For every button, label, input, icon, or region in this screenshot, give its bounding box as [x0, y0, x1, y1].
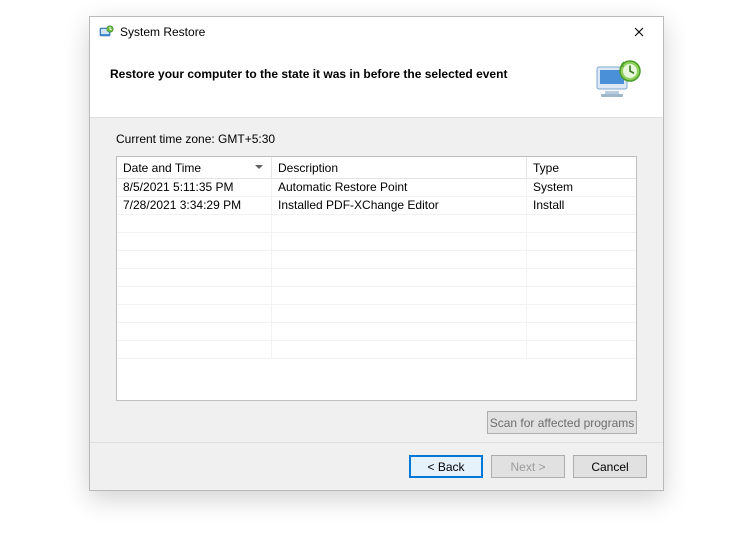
- cell-description: [272, 341, 527, 358]
- footer: < Back Next > Cancel: [90, 442, 663, 490]
- cell-description: [272, 323, 527, 340]
- system-restore-icon: [98, 24, 114, 40]
- table-row: [117, 215, 636, 233]
- cell-description: [272, 215, 527, 232]
- cell-type: [527, 287, 636, 304]
- cell-type: [527, 341, 636, 358]
- table-row: [117, 323, 636, 341]
- close-icon: [634, 27, 644, 37]
- table-row: [117, 287, 636, 305]
- column-description[interactable]: Description: [272, 157, 527, 178]
- cell-description: [272, 305, 527, 322]
- cell-description: [272, 251, 527, 268]
- system-restore-dialog: System Restore Restore your computer to …: [89, 16, 664, 491]
- table-row[interactable]: 7/28/2021 3:34:29 PMInstalled PDF-XChang…: [117, 197, 636, 215]
- cell-date: 7/28/2021 3:34:29 PM: [117, 197, 272, 214]
- header-heading: Restore your computer to the state it wa…: [110, 57, 591, 81]
- cell-date: [117, 323, 272, 340]
- cell-type: Install: [527, 197, 636, 214]
- cell-date: [117, 305, 272, 322]
- cell-type: [527, 323, 636, 340]
- cell-description: Installed PDF-XChange Editor: [272, 197, 527, 214]
- cancel-button[interactable]: Cancel: [573, 455, 647, 478]
- cell-type: [527, 305, 636, 322]
- window-title: System Restore: [120, 25, 619, 39]
- cell-description: Automatic Restore Point: [272, 179, 527, 196]
- close-button[interactable]: [619, 18, 659, 46]
- cell-type: [527, 269, 636, 286]
- restore-big-icon: [591, 57, 643, 103]
- cell-date: [117, 287, 272, 304]
- cell-type: [527, 215, 636, 232]
- table-row: [117, 341, 636, 359]
- cell-description: [272, 269, 527, 286]
- body: Current time zone: GMT+5:30 Date and Tim…: [90, 118, 663, 442]
- table-row: [117, 269, 636, 287]
- table-row: [117, 305, 636, 323]
- titlebar: System Restore: [90, 17, 663, 47]
- restore-points-table: Date and Time Description Type 8/5/2021 …: [116, 156, 637, 401]
- cell-date: [117, 251, 272, 268]
- scan-affected-button[interactable]: Scan for affected programs: [487, 411, 637, 434]
- table-body: 8/5/2021 5:11:35 PMAutomatic Restore Poi…: [117, 179, 636, 400]
- cell-type: System: [527, 179, 636, 196]
- table-row[interactable]: 8/5/2021 5:11:35 PMAutomatic Restore Poi…: [117, 179, 636, 197]
- table-row: [117, 233, 636, 251]
- back-button[interactable]: < Back: [409, 455, 483, 478]
- table-header: Date and Time Description Type: [117, 157, 636, 179]
- column-date[interactable]: Date and Time: [117, 157, 272, 178]
- timezone-label: Current time zone: GMT+5:30: [116, 132, 637, 146]
- header: Restore your computer to the state it wa…: [90, 47, 663, 118]
- cell-type: [527, 251, 636, 268]
- cell-description: [272, 287, 527, 304]
- table-row: [117, 251, 636, 269]
- cell-date: [117, 269, 272, 286]
- cell-date: [117, 215, 272, 232]
- scan-row: Scan for affected programs: [116, 411, 637, 434]
- cell-date: [117, 341, 272, 358]
- cell-date: 8/5/2021 5:11:35 PM: [117, 179, 272, 196]
- cell-type: [527, 233, 636, 250]
- next-button[interactable]: Next >: [491, 455, 565, 478]
- cell-date: [117, 233, 272, 250]
- column-type[interactable]: Type: [527, 157, 636, 178]
- cell-description: [272, 233, 527, 250]
